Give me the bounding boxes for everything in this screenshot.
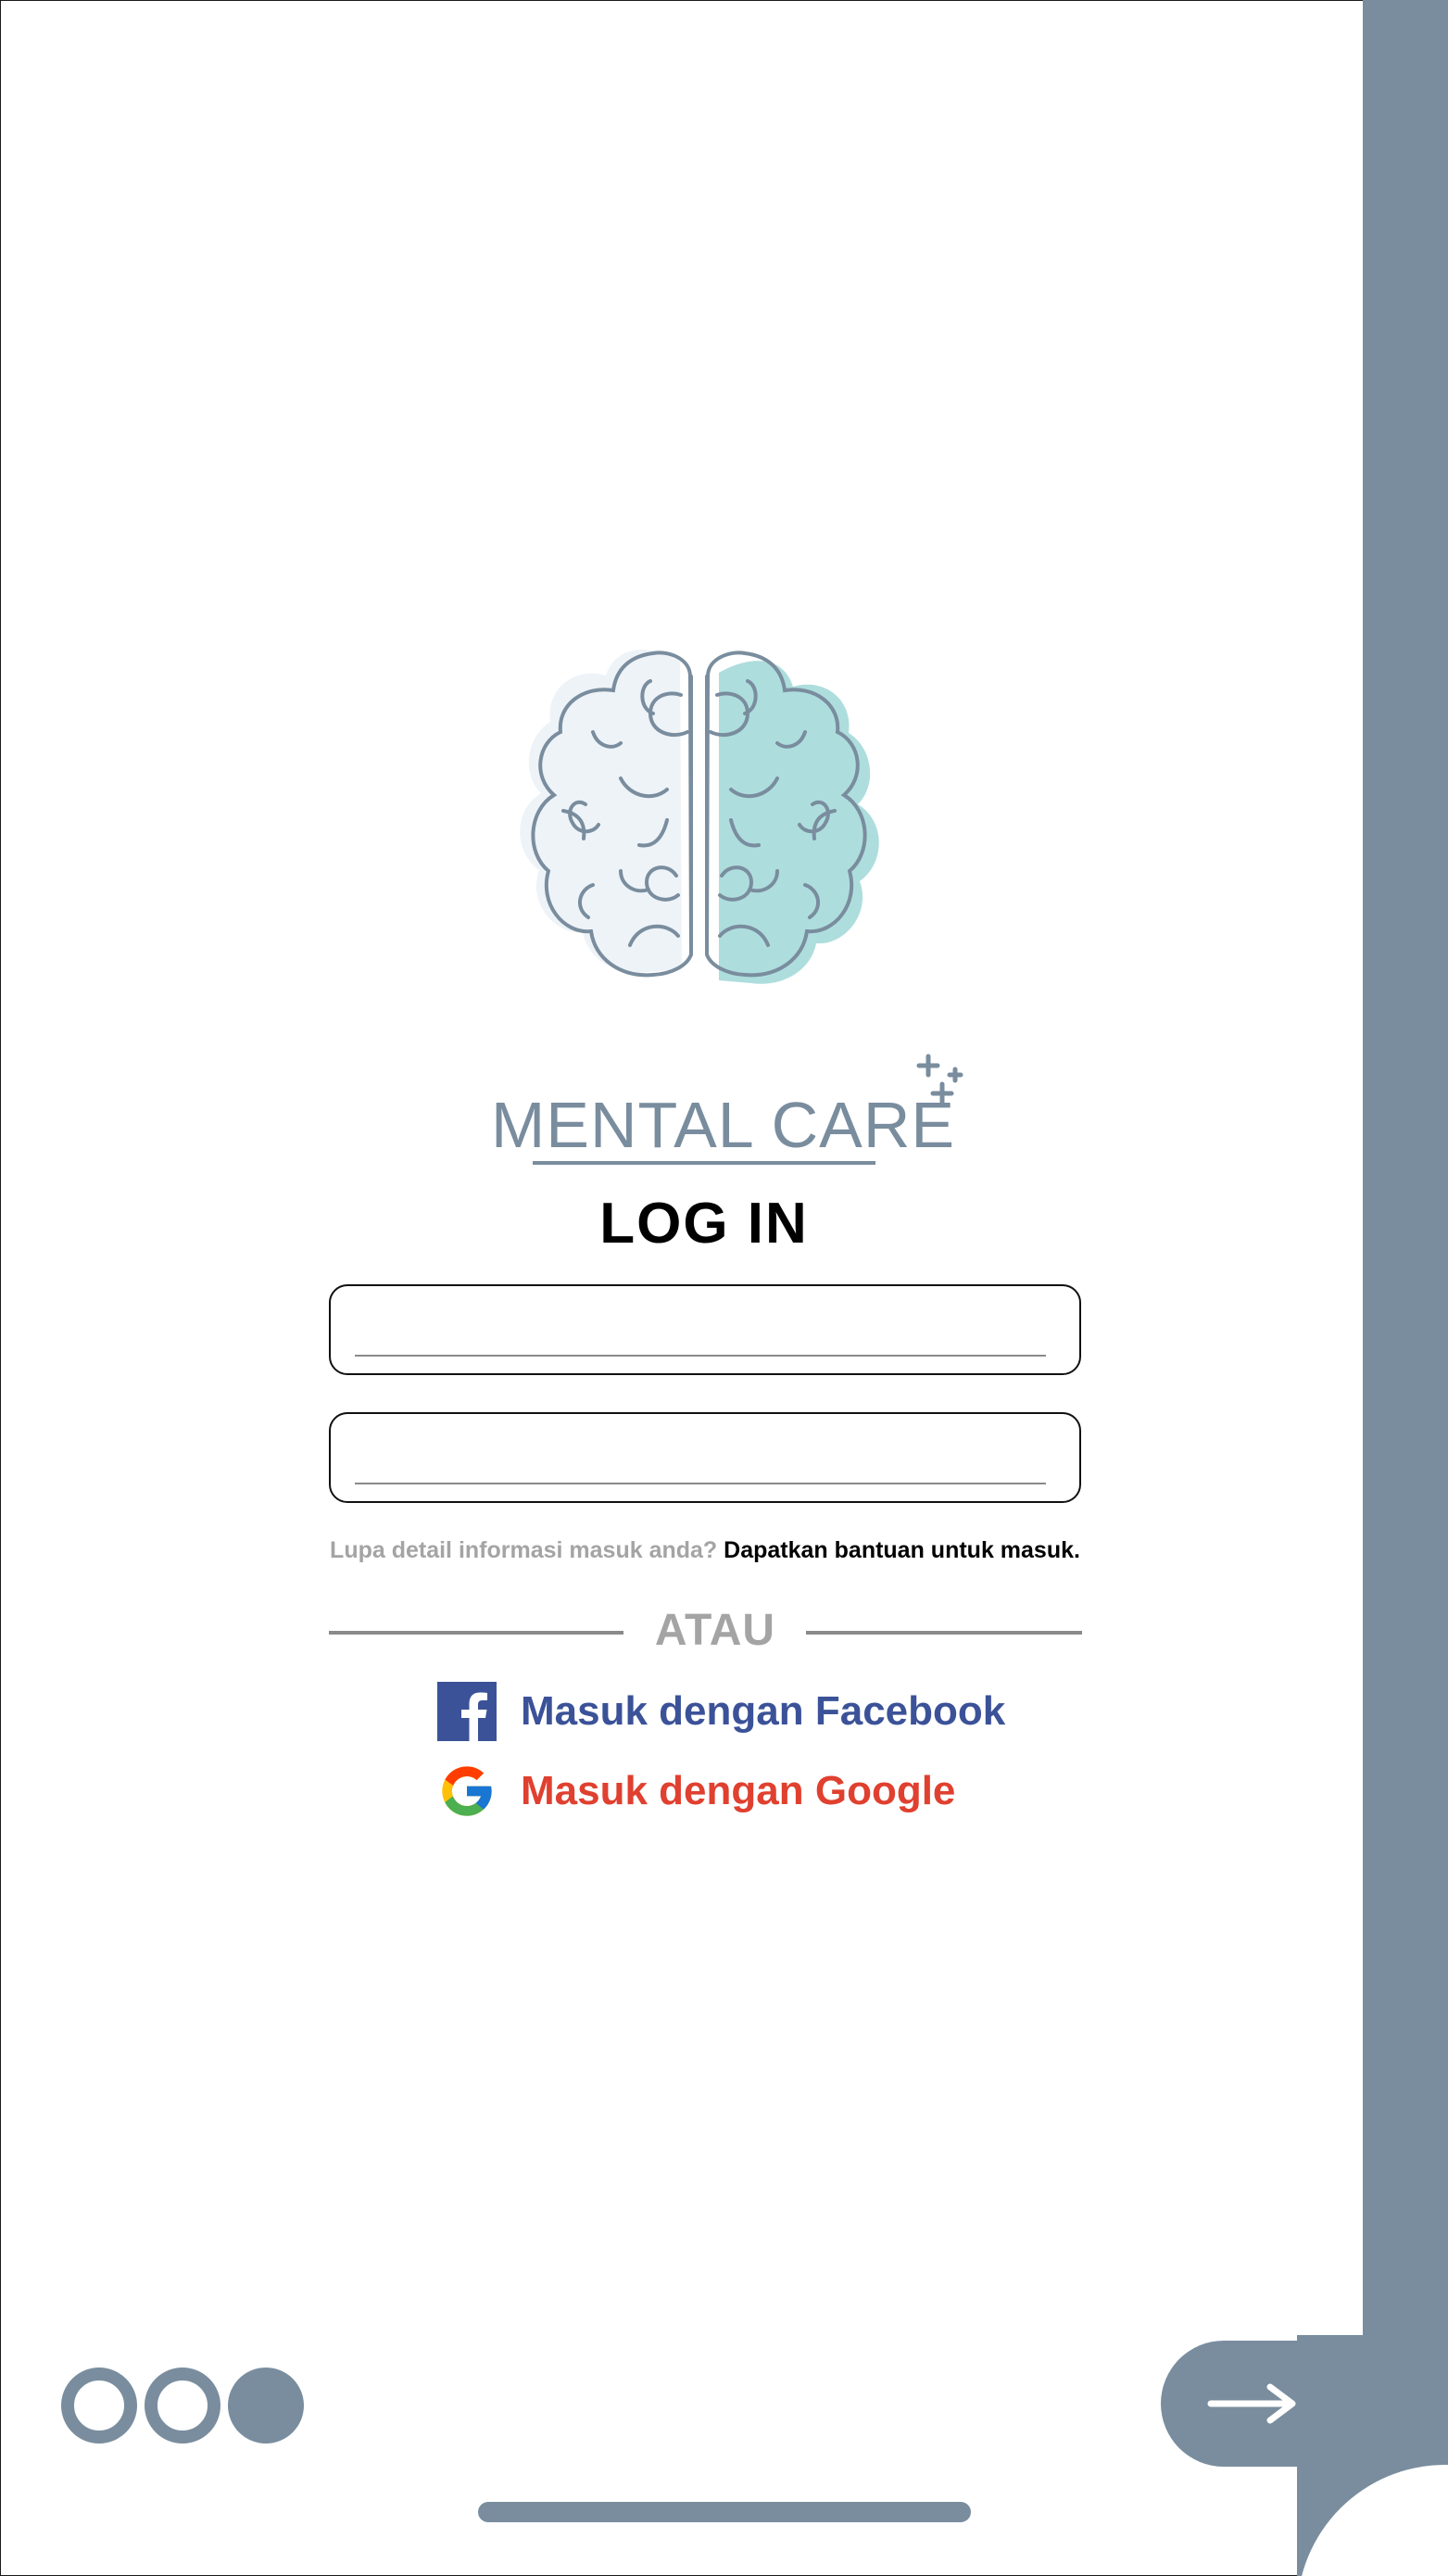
- page-dot-1[interactable]: [61, 2368, 137, 2443]
- help-question: Lupa detail informasi masuk anda?: [330, 1537, 718, 1563]
- password-field[interactable]: [329, 1412, 1081, 1503]
- page-indicator: [61, 2368, 304, 2443]
- google-login-label: Masuk dengan Google: [521, 1768, 956, 1813]
- username-input[interactable]: [355, 1312, 1046, 1357]
- divider-line-right: [806, 1631, 1082, 1635]
- page-dot-2[interactable]: [145, 2368, 220, 2443]
- brain-logo-icon: MENTAL CARE: [491, 650, 963, 1165]
- home-indicator[interactable]: [478, 2502, 971, 2522]
- page-title: LOG IN: [599, 1192, 809, 1256]
- facebook-login-button[interactable]: Masuk dengan Facebook: [437, 1679, 1005, 1744]
- arrow-right-icon: [1207, 2383, 1296, 2424]
- facebook-login-label: Masuk dengan Facebook: [521, 1688, 1006, 1734]
- next-button[interactable]: [1161, 2341, 1374, 2467]
- password-input[interactable]: [355, 1440, 1046, 1484]
- side-accent-bar: [1363, 0, 1448, 2576]
- google-icon: [442, 1766, 492, 1816]
- username-field[interactable]: [329, 1284, 1081, 1375]
- divider-line-left: [329, 1631, 623, 1635]
- help-link[interactable]: Dapatkan bantuan untuk masuk.: [724, 1537, 1080, 1563]
- page-dot-3-active[interactable]: [228, 2368, 304, 2443]
- brand-name: MENTAL CARE: [491, 1089, 955, 1161]
- google-login-button[interactable]: Masuk dengan Google: [437, 1759, 955, 1824]
- login-help: Lupa detail informasi masuk anda? Dapatk…: [329, 1536, 1081, 1564]
- divider-label: ATAU: [654, 1606, 776, 1655]
- facebook-icon: [437, 1682, 497, 1741]
- app-logo: MENTAL CARE: [482, 639, 982, 1177]
